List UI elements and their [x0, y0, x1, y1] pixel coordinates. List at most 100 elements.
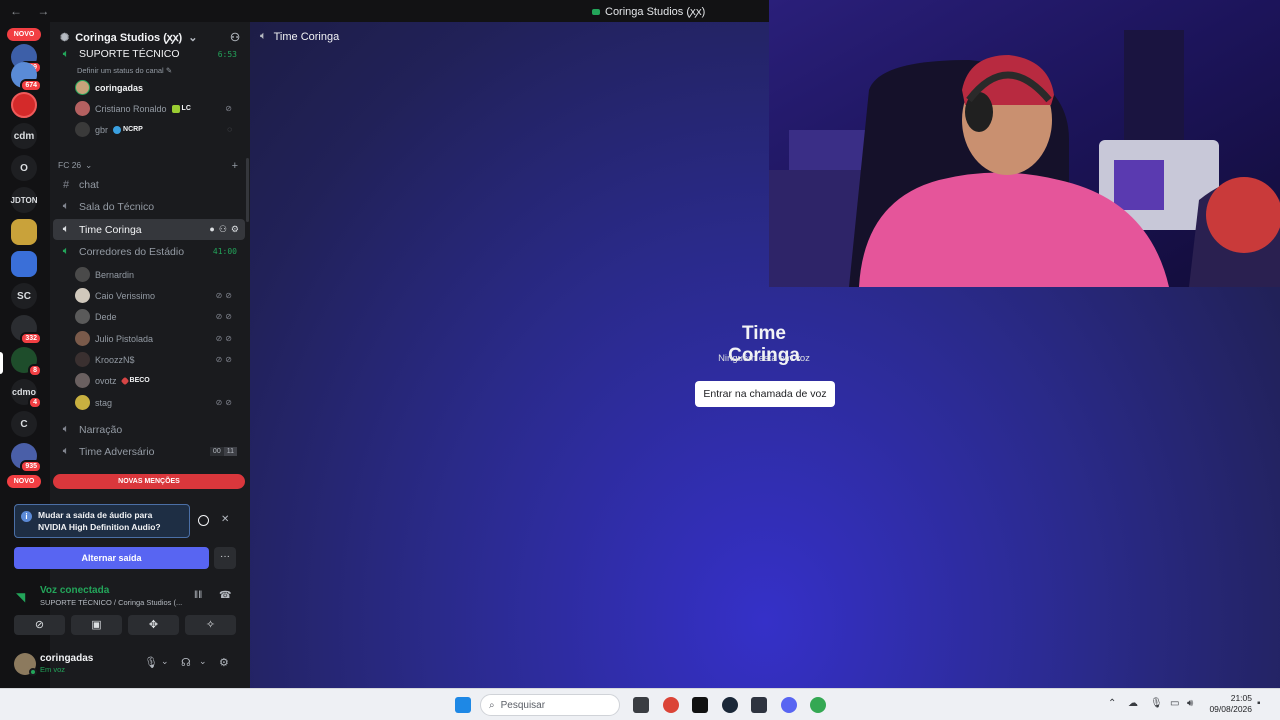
server-icon-2[interactable]: 674: [11, 62, 42, 92]
microphone-icon[interactable]: 🎙︎: [144, 656, 158, 669]
voice-user[interactable]: Bernardin: [75, 264, 245, 285]
stream-icon: ◌: [227, 125, 235, 134]
taskbar-search[interactable]: ⌕ Pesquisar: [480, 694, 620, 716]
server-jdton[interactable]: JDTON: [11, 187, 37, 213]
task-view-icon[interactable]: [633, 697, 649, 713]
chevron-up-icon[interactable]: ⌃: [1108, 698, 1116, 709]
volume-icon[interactable]: 🔊︎: [1187, 698, 1193, 709]
server-icon-7[interactable]: 935: [11, 443, 42, 473]
add-member-icon[interactable]: ⚇: [230, 31, 240, 44]
microphone-icon[interactable]: 🎙︎: [1150, 698, 1163, 709]
server-icon-5[interactable]: [11, 251, 37, 277]
back-forward-icons[interactable]: ← →: [10, 4, 55, 18]
chrome-icon[interactable]: [663, 697, 679, 713]
sidebar-scrollbar[interactable]: [246, 158, 249, 222]
chevron-down-icon: ⌄: [85, 160, 93, 170]
onedrive-icon[interactable]: ☁: [1128, 698, 1138, 709]
noise-suppression-icon[interactable]: ‖‖: [194, 590, 202, 601]
voice-channel-path[interactable]: SUPORTE TÉCNICO / Coringa Studios (...: [40, 598, 182, 607]
channel-suporte[interactable]: 🔈︎ SUPORTE TÉCNICO 6:53: [53, 46, 245, 62]
speaker-icon: 🔈︎: [62, 423, 70, 435]
voice-user[interactable]: ovotz BECO: [75, 370, 245, 391]
channel-corredores[interactable]: 🔈︎ Corredores do Estádio 41:00: [53, 241, 245, 262]
mute-deafen-icons: ⊘⊘: [215, 312, 235, 321]
channel-chat[interactable]: # chat: [53, 174, 245, 195]
server-cdm[interactable]: cdm: [11, 123, 37, 149]
voice-user[interactable]: gbr NCRP ◌: [75, 119, 245, 140]
avatar: [75, 122, 90, 137]
terminal-icon[interactable]: [751, 697, 767, 713]
mute-deafen-icons: ⊘⊘: [215, 334, 235, 343]
network-icon[interactable]: ▭: [1170, 698, 1179, 709]
server-icon-6[interactable]: 332: [11, 315, 42, 345]
server-icon-active[interactable]: 8: [11, 347, 42, 377]
server-c[interactable]: C: [11, 411, 37, 437]
screen-share-icon[interactable]: ▣: [71, 615, 122, 635]
server-cdmo[interactable]: cdmo 4: [11, 379, 42, 409]
server-icon-3[interactable]: [11, 92, 37, 118]
gear-icon[interactable]: ⚙: [231, 224, 239, 235]
new-badge-bottom[interactable]: NOVO: [7, 475, 41, 488]
count-limit: 11: [223, 447, 237, 456]
unread-badge: 4: [28, 396, 42, 409]
tiktok-icon[interactable]: [692, 697, 708, 713]
channel-status-hint[interactable]: Definir um status do canal ✎: [77, 66, 172, 75]
user-tag: NCRP: [113, 125, 143, 134]
user-tag-text: NCRP: [123, 126, 143, 133]
active-server-pill: [0, 352, 3, 374]
headphones-icon[interactable]: ☊: [181, 656, 191, 669]
mute-icon: ⊘: [225, 104, 235, 113]
chevron-down-icon[interactable]: ⌄: [199, 656, 207, 667]
user-tag-text: LC: [181, 105, 191, 112]
voice-user[interactable]: Caio Verissimo ⊘⊘: [75, 285, 245, 306]
voice-user[interactable]: KroozzN$ ⊘⊘: [75, 349, 245, 370]
channel-adversario[interactable]: 🔈︎ Time Adversário 00 11: [53, 441, 245, 462]
speaker-icon: 🔈︎: [260, 30, 267, 42]
new-mentions-button[interactable]: NOVAS MENÇÕES: [53, 474, 245, 489]
clock[interactable]: 21:05 09/08/2026: [1206, 693, 1252, 715]
join-voice-button[interactable]: Entrar na chamada de voz: [695, 381, 835, 407]
voice-user-name: Cristiano Ronaldo: [95, 103, 167, 114]
soundboard-icon[interactable]: ✧: [185, 615, 236, 635]
chat-bubble-icon[interactable]: ●: [209, 224, 214, 235]
voice-status-title[interactable]: Voz conectada: [40, 585, 109, 596]
camera-off-icon[interactable]: ⊘: [14, 615, 65, 635]
voice-user-name: Dede: [95, 311, 117, 322]
disconnect-icon[interactable]: ☎: [219, 590, 231, 601]
new-badge-top[interactable]: NOVO: [7, 28, 41, 41]
voice-user[interactable]: stag ⊘⊘: [75, 392, 245, 413]
voice-user[interactable]: coringadas: [75, 77, 245, 98]
server-icon-4[interactable]: [11, 219, 37, 245]
server-sc[interactable]: SC: [11, 283, 37, 309]
channel-sala[interactable]: 🔈︎ Sala do Técnico: [53, 196, 245, 217]
voice-user[interactable]: Julio Pistolada ⊘⊘: [75, 328, 245, 349]
voice-user[interactable]: Cristiano Ronaldo LC ⊘: [75, 98, 245, 119]
avatar: [75, 395, 90, 410]
channel-timer: 41:00: [212, 247, 237, 256]
chrome-profile-icon[interactable]: [810, 697, 826, 713]
channel-narracao[interactable]: 🔈︎ Narração: [53, 419, 245, 440]
signal-icon[interactable]: ◥: [16, 590, 25, 604]
channel-name: Time Coringa: [79, 223, 142, 236]
activities-icon[interactable]: ✥: [128, 615, 179, 635]
avatar: [75, 331, 90, 346]
close-icon[interactable]: ✕: [221, 514, 229, 525]
chevron-down-icon[interactable]: ⌄: [161, 656, 169, 667]
more-options-button[interactable]: ···: [214, 547, 236, 569]
window-title: Coringa Studios (ꭗꭗ): [592, 4, 705, 19]
steam-icon[interactable]: [722, 697, 738, 713]
voice-user[interactable]: Dede ⊘⊘: [75, 306, 245, 327]
add-member-icon[interactable]: ⚇: [219, 224, 227, 235]
add-channel-icon[interactable]: +: [232, 160, 238, 172]
discord-icon[interactable]: [781, 697, 797, 713]
username[interactable]: coringadas: [40, 653, 93, 664]
notification-icon[interactable]: ▪: [1257, 698, 1261, 709]
category-header[interactable]: FC 26 ⌄ +: [58, 160, 238, 172]
loading-ring-icon: [198, 515, 209, 526]
windows-start-icon[interactable]: [455, 697, 471, 713]
webcam-overlay: [769, 0, 1280, 287]
server-o[interactable]: O: [11, 155, 37, 181]
switch-output-button[interactable]: Alternar saída: [14, 547, 209, 569]
channel-time-coringa[interactable]: 🔈︎ Time Coringa ● ⚇ ⚙: [53, 219, 245, 240]
gear-icon[interactable]: ⚙: [219, 656, 229, 669]
